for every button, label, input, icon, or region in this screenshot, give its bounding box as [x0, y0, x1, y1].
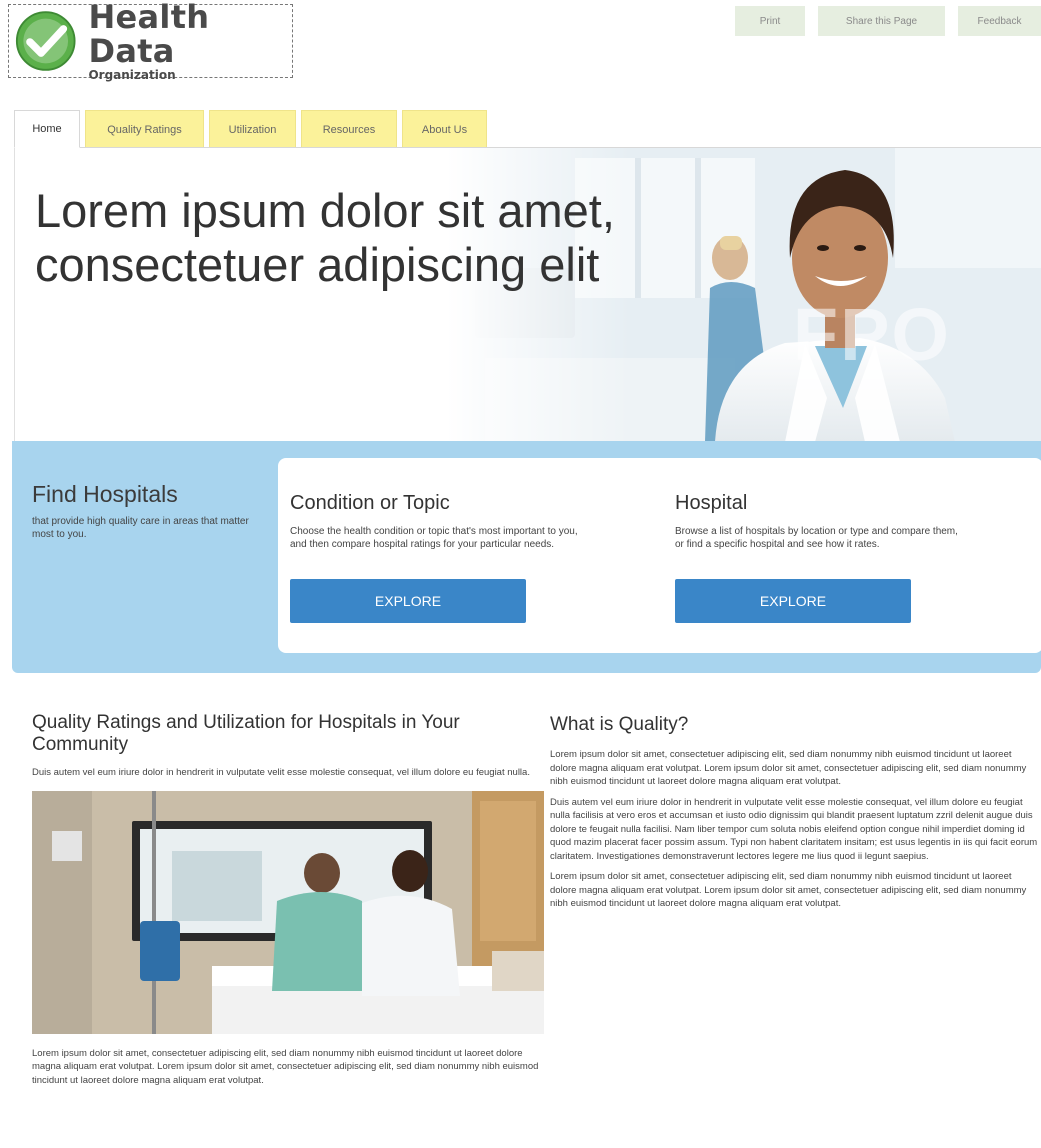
logo-title: Health Data	[88, 0, 210, 70]
explore-hospital-button[interactable]: EXPLORE	[675, 579, 911, 623]
print-button[interactable]: Print	[735, 6, 805, 36]
condition-topic-description: Choose the health condition or topic tha…	[290, 526, 578, 550]
hero-headline-line-1: Lorem ipsum dolor sit amet,	[35, 184, 615, 237]
hospital-panel: Hospital Browse a list of hospitals by l…	[675, 492, 975, 623]
main-nav-tabs: Home Quality Ratings Utilization Resourc…	[14, 110, 487, 148]
find-hospitals-band: Find Hospitals that provide high quality…	[12, 441, 1041, 673]
what-is-quality-paragraph-2: Duis autem vel eum iriure dolor in hendr…	[550, 796, 1038, 862]
explore-condition-button[interactable]: EXPLORE	[290, 579, 526, 623]
tab-home[interactable]: Home	[14, 110, 80, 148]
logo-subtitle: Organization	[88, 68, 176, 82]
what-is-quality-section: What is Quality? Lorem ipsum dolor sit a…	[550, 714, 1038, 918]
tab-quality-ratings[interactable]: Quality Ratings	[85, 110, 204, 148]
what-is-quality-paragraph-1: Lorem ipsum dolor sit amet, consectetuer…	[550, 749, 1027, 787]
tab-resources[interactable]: Resources	[301, 110, 397, 148]
find-hospitals-subtitle: that provide high quality care in areas …	[32, 516, 249, 540]
patient-doctor-photo	[32, 790, 544, 1034]
tab-utilization[interactable]: Utilization	[209, 110, 296, 148]
hero-banner: Lorem ipsum dolor sit amet, consectetuer…	[14, 147, 1041, 441]
hospital-heading: Hospital	[675, 492, 748, 514]
quality-ratings-body: Lorem ipsum dolor sit amet, consectetuer…	[32, 1047, 539, 1086]
utility-links: Print Share this Page Feedback	[735, 6, 1041, 36]
site-logo[interactable]: Health Data Organization	[8, 0, 293, 82]
hospital-description: Browse a list of hospitals by location o…	[675, 526, 958, 550]
tab-about-us[interactable]: About Us	[402, 110, 487, 148]
hero-headline-line-2: consectetuer adipiscing elit	[35, 238, 600, 291]
what-is-quality-title: What is Quality?	[550, 714, 689, 735]
hero-headline: Lorem ipsum dolor sit amet, consectetuer…	[35, 184, 615, 292]
fpo-watermark: FPO	[792, 293, 951, 376]
checkmark-logo-icon	[15, 11, 76, 71]
condition-topic-panel: Condition or Topic Choose the health con…	[290, 492, 590, 623]
quality-ratings-title: Quality Ratings and Utilization for Hosp…	[32, 712, 460, 755]
find-hospitals-title: Find Hospitals	[32, 481, 178, 507]
share-page-button[interactable]: Share this Page	[818, 6, 945, 36]
condition-topic-heading: Condition or Topic	[290, 492, 450, 514]
feedback-button[interactable]: Feedback	[958, 6, 1041, 36]
find-options-card: Condition or Topic Choose the health con…	[278, 458, 1041, 653]
what-is-quality-paragraph-3: Lorem ipsum dolor sit amet, consectetuer…	[550, 871, 1027, 909]
quality-ratings-section: Quality Ratings and Utilization for Hosp…	[32, 712, 544, 1087]
logo-text: Health Data Organization	[88, 0, 292, 82]
quality-ratings-intro: Duis autem vel eum iriure dolor in hendr…	[32, 767, 530, 778]
